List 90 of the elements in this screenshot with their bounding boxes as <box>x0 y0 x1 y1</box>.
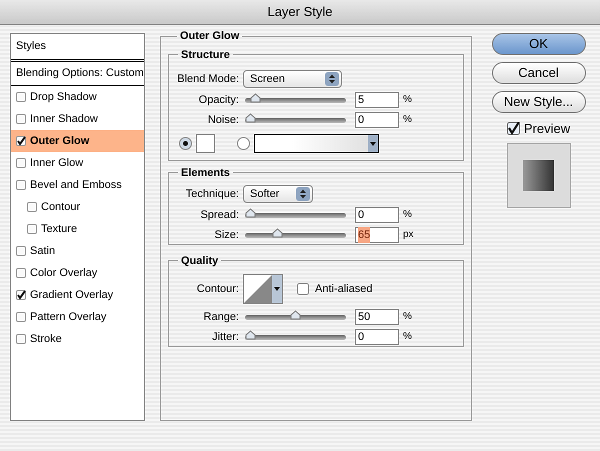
checkbox-label: Anti-aliased <box>315 282 372 297</box>
item-label: Contour <box>41 200 80 215</box>
list-item[interactable]: Inner Glow <box>11 152 144 174</box>
checkbox[interactable] <box>16 114 26 124</box>
window-title: Layer Style <box>267 3 333 22</box>
field-label: Size: <box>214 228 239 243</box>
button[interactable]: New Style... <box>492 91 586 113</box>
input-field[interactable]: 0 <box>355 112 399 128</box>
list-item[interactable]: Drop Shadow <box>11 86 144 108</box>
slider-thumb[interactable] <box>250 92 260 102</box>
slider-thumb[interactable] <box>272 228 283 238</box>
list-item[interactable]: Outer Glow <box>11 130 144 152</box>
button[interactable]: Cancel <box>492 62 586 84</box>
unit-label: % <box>403 93 412 107</box>
contour-picker[interactable] <box>243 274 283 304</box>
input-field[interactable]: 50 <box>355 309 399 325</box>
item-label: Outer Glow <box>30 134 90 149</box>
list-item[interactable]: Satin <box>11 240 144 262</box>
item-label: Bevel and Emboss <box>30 178 122 193</box>
field-label: Range: <box>204 310 239 325</box>
slider-thumb[interactable] <box>245 112 256 122</box>
item-label: Inner Glow <box>30 156 84 171</box>
color-swatch[interactable] <box>196 134 215 152</box>
list-item[interactable]: Bevel and Emboss <box>11 174 144 196</box>
checkbox[interactable] <box>506 122 520 136</box>
checkbox[interactable] <box>16 92 26 102</box>
input-field[interactable]: 0 <box>355 207 399 223</box>
item-label: Color Overlay <box>30 266 98 281</box>
item-label: Satin <box>30 244 56 259</box>
list-item[interactable]: Inner Shadow <box>11 108 144 130</box>
item-label: Inner Shadow <box>30 112 98 127</box>
radio-button[interactable] <box>179 136 192 150</box>
item-label: Gradient Overlay <box>30 288 114 303</box>
section-title: Elements <box>181 166 230 178</box>
stepper-icon <box>296 187 310 201</box>
section-title: Structure <box>181 48 230 60</box>
checkbox[interactable] <box>16 158 26 168</box>
checkbox[interactable] <box>16 268 26 278</box>
field-label: Opacity: <box>198 92 239 108</box>
unit-label: % <box>403 113 412 127</box>
stepper-icon <box>325 72 339 86</box>
button[interactable]: OK <box>492 33 586 55</box>
list-item[interactable]: Contour <box>11 196 144 218</box>
list-header: Styles <box>16 39 46 54</box>
checkbox[interactable] <box>16 180 26 190</box>
field-label: Spread: <box>200 208 239 223</box>
unit-label: % <box>403 330 412 344</box>
input-field[interactable]: 5 <box>355 92 399 108</box>
input-field[interactable]: 0 <box>355 329 399 345</box>
slider-thumb[interactable] <box>245 208 256 218</box>
checked-checkbox[interactable] <box>16 290 26 300</box>
gradient-picker[interactable] <box>254 134 379 152</box>
checkbox[interactable] <box>16 246 26 256</box>
slider-thumb[interactable] <box>290 310 301 320</box>
checkbox[interactable] <box>297 283 309 295</box>
checkbox[interactable] <box>27 202 37 212</box>
caret-icon <box>368 134 378 152</box>
section-title: Quality <box>181 254 218 266</box>
input-field[interactable]: 65 <box>355 227 399 243</box>
item-label: Drop Shadow <box>30 90 97 105</box>
preview-square <box>523 160 554 190</box>
caret-icon <box>272 275 282 303</box>
item-label: Stroke <box>30 332 62 347</box>
list-item[interactable]: Pattern Overlay <box>11 306 144 328</box>
field-label: Noise: <box>208 112 239 128</box>
panel-title: Outer Glow <box>180 30 240 42</box>
list-item[interactable]: Color Overlay <box>11 262 144 284</box>
checked-checkbox[interactable] <box>16 136 26 146</box>
field-label: Jitter: <box>212 330 239 345</box>
field-label: Contour: <box>196 282 239 297</box>
slider-thumb[interactable] <box>245 330 256 340</box>
dropdown[interactable]: Screen <box>243 70 342 88</box>
checkbox[interactable] <box>16 334 26 344</box>
unit-label: % <box>403 208 412 222</box>
list-item[interactable]: Texture <box>11 218 144 240</box>
list-item[interactable]: Blending Options: Custom <box>11 62 144 86</box>
item-label: Pattern Overlay <box>30 310 106 325</box>
radio-button[interactable] <box>237 136 250 150</box>
field-label: Blend Mode: <box>177 72 239 87</box>
item-label: Texture <box>41 222 78 237</box>
list-item[interactable]: Stroke <box>11 328 144 350</box>
list-item[interactable]: Gradient Overlay <box>11 284 144 306</box>
contour-curve-icon <box>244 275 272 303</box>
checkbox[interactable] <box>16 312 26 322</box>
checkbox-label: Preview <box>524 120 570 138</box>
unit-label: px <box>403 228 414 242</box>
dropdown[interactable]: Softer <box>243 185 313 203</box>
unit-label: % <box>403 310 412 324</box>
field-label: Technique: <box>186 186 239 202</box>
checkbox[interactable] <box>27 224 37 234</box>
